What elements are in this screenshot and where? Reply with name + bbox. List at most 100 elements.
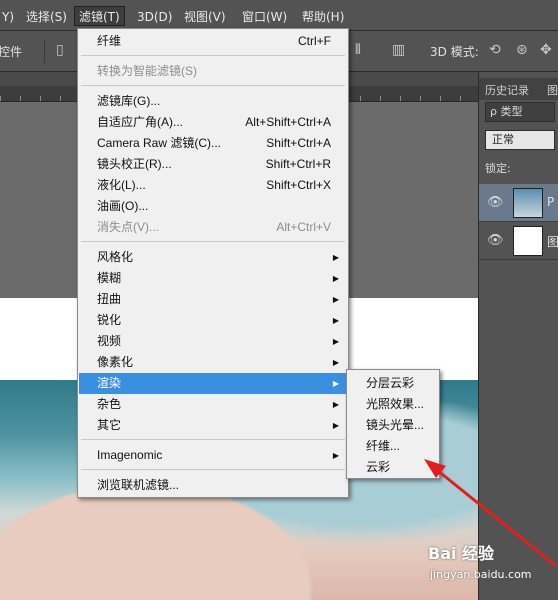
- layer-thumbnail: [513, 226, 543, 256]
- panel-tabs: 历史记录 图: [479, 78, 558, 100]
- menu-item-label: 滤镜库(G)...: [97, 94, 161, 108]
- menu-divider: [81, 85, 345, 86]
- tab-layers[interactable]: 图: [547, 82, 558, 98]
- menu-item-vanishing-point[interactable]: 消失点(V)... Alt+Ctrl+V: [79, 217, 347, 238]
- 3d-roll-icon[interactable]: ⊛: [516, 42, 528, 58]
- menu-item-other[interactable]: 其它 ▶: [79, 415, 347, 436]
- menu-item-label: 扭曲: [97, 292, 122, 306]
- submenu-arrow-icon: ▶: [332, 358, 339, 367]
- blend-mode-select[interactable]: 正常: [485, 130, 555, 150]
- menu-item-label: 视频: [97, 334, 122, 348]
- 3d-rotate-icon[interactable]: ⟲: [489, 42, 501, 58]
- tab-history[interactable]: 历史记录: [485, 82, 529, 98]
- submenu-item-lens-flare[interactable]: 镜头光晕...: [348, 415, 438, 436]
- submenu-arrow-icon: ▶: [332, 400, 339, 409]
- menu-item-label: 杂色: [97, 397, 122, 411]
- menu-item-camera-raw[interactable]: Camera Raw 滤镜(C)... Shift+Ctrl+A: [79, 133, 347, 154]
- menu-item-shortcut: Ctrl+F: [298, 34, 331, 48]
- submenu-item-clouds[interactable]: 云彩: [348, 457, 438, 478]
- menu-filter[interactable]: 滤镜(T): [74, 6, 125, 26]
- menu-item-label: 像素化: [97, 355, 134, 369]
- submenu-arrow-icon: ▶: [332, 451, 339, 460]
- layer-kind-filter[interactable]: ρ 类型: [485, 102, 555, 122]
- submenu-arrow-icon: ▶: [332, 316, 339, 325]
- menu-divider: [81, 469, 345, 470]
- menu-item-convert-smart[interactable]: 转换为智能滤镜(S): [79, 61, 347, 82]
- menu-select-partial[interactable]: Y): [0, 7, 18, 27]
- menu-item-label: 纤维: [97, 34, 122, 48]
- menu-item-lens-correction[interactable]: 镜头校正(R)... Shift+Ctrl+R: [79, 154, 347, 175]
- submenu-arrow-icon: ▶: [332, 274, 339, 283]
- submenu-arrow-icon: ▶: [332, 253, 339, 262]
- layer-row[interactable]: 👁 图: [479, 222, 558, 260]
- menu-item-shortcut: Alt+Ctrl+V: [276, 220, 331, 234]
- 3d-mode-label: 3D 模式:: [430, 45, 479, 59]
- layer-row[interactable]: 👁 P: [479, 184, 558, 222]
- auto-align-icon[interactable]: ▥: [392, 42, 405, 58]
- align-icon[interactable]: ▯: [56, 42, 64, 58]
- menu-select[interactable]: 选择(S): [22, 7, 71, 27]
- layer-name: P: [547, 195, 555, 209]
- 3d-pan-icon[interactable]: ✥: [540, 42, 552, 58]
- render-submenu: 分层云彩 光照效果... 镜头光晕... 纤维... 云彩: [346, 369, 440, 479]
- menu-item-oil-paint[interactable]: 油画(O)...: [79, 196, 347, 217]
- submenu-arrow-icon: ▶: [332, 421, 339, 430]
- eye-icon[interactable]: 👁: [487, 195, 504, 210]
- menu-item-last-filter[interactable]: 纤维 Ctrl+F: [79, 31, 347, 52]
- menu-item-label: 浏览联机滤镜...: [97, 478, 180, 492]
- menu-item-label: 转换为智能滤镜(S): [97, 64, 197, 78]
- menu-item-blur[interactable]: 模糊 ▶: [79, 268, 347, 289]
- menu-view[interactable]: 视图(V): [180, 7, 230, 27]
- submenu-arrow-icon: ▶: [332, 379, 339, 388]
- menu-item-shortcut: Shift+Ctrl+X: [266, 178, 331, 192]
- menu-item-imagenomic[interactable]: Imagenomic ▶: [79, 445, 347, 466]
- menu-window[interactable]: 窗口(W): [238, 7, 291, 27]
- layer-thumbnail: [513, 188, 543, 218]
- menu-item-label: 其它: [97, 418, 122, 432]
- layer-name: 图: [547, 235, 558, 249]
- menu-item-label: Imagenomic: [97, 448, 163, 462]
- menu-item-label: 液化(L)...: [97, 178, 146, 192]
- menu-divider: [81, 241, 345, 242]
- submenu-arrow-icon: ▶: [332, 337, 339, 346]
- menu-item-pixelate[interactable]: 像素化 ▶: [79, 352, 347, 373]
- menu-item-shortcut: Alt+Shift+Ctrl+A: [245, 115, 331, 129]
- submenu-item-difference-clouds[interactable]: 分层云彩: [348, 373, 438, 394]
- menu-item-shortcut: Shift+Ctrl+R: [265, 157, 331, 171]
- submenu-arrow-icon: ▶: [332, 295, 339, 304]
- eye-icon[interactable]: 👁: [487, 233, 504, 248]
- menu-item-shortcut: Shift+Ctrl+A: [266, 136, 331, 150]
- menu-item-distort[interactable]: 扭曲 ▶: [79, 289, 347, 310]
- distribute-icon[interactable]: ⫴: [355, 42, 361, 58]
- menu-divider: [81, 439, 345, 440]
- menu-item-label: 风格化: [97, 250, 134, 264]
- divider: [44, 39, 45, 63]
- menu-help[interactable]: 帮助(H): [298, 7, 348, 27]
- controls-label: 控件: [0, 45, 23, 59]
- menu-item-video[interactable]: 视频 ▶: [79, 331, 347, 352]
- menu-item-label: 渲染: [97, 376, 122, 390]
- layers-panel: 历史记录 图 ρ 类型 正常 锁定: 👁 P 👁 图: [478, 72, 558, 600]
- menu-item-adaptive-wide-angle[interactable]: 自适应广角(A)... Alt+Shift+Ctrl+A: [79, 112, 347, 133]
- menu-divider: [81, 55, 345, 56]
- menu-item-liquify[interactable]: 液化(L)... Shift+Ctrl+X: [79, 175, 347, 196]
- watermark-url: jingyan.baidu.com: [430, 568, 532, 581]
- menu-item-label: Camera Raw 滤镜(C)...: [97, 136, 222, 150]
- menu-item-label: 模糊: [97, 271, 122, 285]
- baidu-watermark: Bai 经验: [428, 544, 495, 563]
- menu-item-label: 油画(O)...: [97, 199, 149, 213]
- submenu-item-fibers[interactable]: 纤维...: [348, 436, 438, 457]
- lock-label: 锁定:: [485, 162, 511, 175]
- menu-item-render[interactable]: 渲染 ▶: [79, 373, 347, 394]
- submenu-item-lighting-effects[interactable]: 光照效果...: [348, 394, 438, 415]
- menu-bar: Y) 选择(S) 滤镜(T) 3D(D) 视图(V) 窗口(W) 帮助(H): [0, 0, 558, 31]
- menu-3d[interactable]: 3D(D): [133, 7, 176, 27]
- menu-item-noise[interactable]: 杂色 ▶: [79, 394, 347, 415]
- filter-menu: 纤维 Ctrl+F 转换为智能滤镜(S) 滤镜库(G)... 自适应广角(A).…: [77, 28, 349, 498]
- menu-item-label: 自适应广角(A)...: [97, 115, 183, 129]
- menu-item-label: 镜头校正(R)...: [97, 157, 172, 171]
- menu-item-filter-gallery[interactable]: 滤镜库(G)...: [79, 91, 347, 112]
- menu-item-stylize[interactable]: 风格化 ▶: [79, 247, 347, 268]
- menu-item-sharpen[interactable]: 锐化 ▶: [79, 310, 347, 331]
- menu-item-browse-filters[interactable]: 浏览联机滤镜...: [79, 475, 347, 496]
